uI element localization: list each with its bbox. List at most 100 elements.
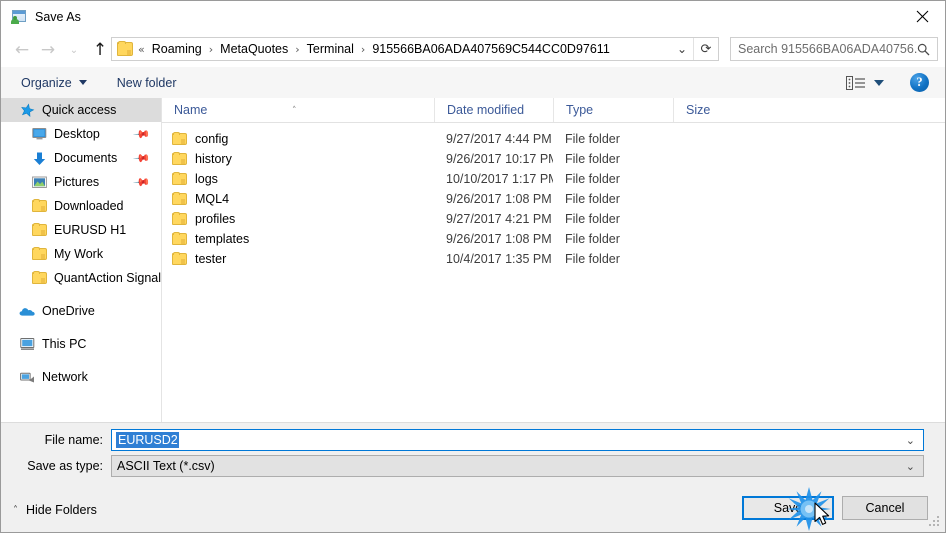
file-name-cell: history [162,152,434,166]
forward-arrow-glyph: → [40,39,56,60]
address-bar[interactable]: « Roaming › MetaQuotes › Terminal › 9155… [111,37,719,61]
folder-icon [172,132,187,146]
sidebar-item-this-pc[interactable]: This PC [1,332,161,356]
file-name-label: history [195,152,232,166]
sidebar-item-quantaction-signal[interactable]: QuantAction Signal [1,266,161,290]
search-placeholder: Search 915566BA06ADA40756... [738,42,917,56]
breadcrumb-separator[interactable]: › [290,43,304,56]
breadcrumb-separator[interactable]: › [204,43,218,56]
table-row[interactable]: logs 10/10/2017 1:17 PM File folder [162,169,945,189]
sidebar-item-label: Quick access [42,103,117,117]
sort-ascending-icon: ˄ [292,106,297,116]
file-name-cell: logs [162,172,434,186]
file-name-input[interactable]: EURUSD2 ⌄ [111,429,924,451]
hide-folders-label: Hide Folders [26,503,97,517]
save-as-type-select[interactable]: ASCII Text (*.csv) ⌄ [111,455,924,477]
file-name-cell: tester [162,252,434,266]
file-date-cell: 9/26/2017 1:08 PM [446,192,552,206]
sidebar-item-pictures[interactable]: Pictures 📌 [1,170,161,194]
save-as-type-row: Save as type: ASCII Text (*.csv) ⌄ [1,455,924,477]
view-chevron-down-icon[interactable] [874,79,884,86]
hide-folders-button[interactable]: ˄ Hide Folders [13,503,97,517]
organize-label: Organize [21,75,72,90]
table-row[interactable]: MQL4 9/26/2017 1:08 PM File folder [162,189,945,209]
file-list: Name ˄ Date modified Type Size config 9/… [162,98,945,422]
breadcrumb-item-guid[interactable]: 915566BA06ADA407569C544CC0D97611 [370,42,611,56]
sidebar-item-label: Pictures [54,175,100,189]
column-header-type[interactable]: Type [553,98,673,122]
file-type-cell: File folder [565,132,620,146]
sidebar-item-label: This PC [42,337,87,351]
pin-icon[interactable]: 📌 [133,125,152,143]
sidebar-item-desktop[interactable]: Desktop 📌 [1,122,161,146]
address-chevron-down-icon[interactable]: ⌄ [671,38,693,60]
sidebar-item-onedrive[interactable]: OneDrive [1,299,161,323]
folder-icon [31,270,47,286]
column-header-size[interactable]: Size [673,98,753,122]
sidebar-item-my-work[interactable]: My Work [1,242,161,266]
up-level-icon[interactable]: ↑ [87,37,113,63]
table-row[interactable]: templates 9/26/2017 1:08 PM File folder [162,229,945,249]
folder-icon [172,172,187,186]
breadcrumb-separator[interactable]: › [356,43,370,56]
file-name-row: File name: EURUSD2 ⌄ [1,429,924,451]
breadcrumb-item-metaquotes[interactable]: MetaQuotes [218,42,290,56]
table-row[interactable]: history 9/26/2017 10:17 PM File folder [162,149,945,169]
column-header-date-label: Date modified [447,103,525,117]
column-header-name[interactable]: Name ˄ [162,98,434,122]
save-button[interactable]: Save [742,496,834,520]
file-type-cell: File folder [565,152,620,166]
pin-icon[interactable]: 📌 [133,149,152,167]
address-chevron-glyph: ⌄ [676,42,688,56]
table-row[interactable]: tester 10/4/2017 1:35 PM File folder [162,249,945,269]
help-button[interactable]: ? [910,73,929,92]
pc-icon [19,336,35,352]
sidebar-item-label: EURUSD H1 [54,223,127,237]
resize-grip[interactable] [929,516,942,529]
title-bar: Save As [1,1,945,33]
file-name-cell: templates [162,232,434,246]
sidebar-item-quick-access[interactable]: Quick access [1,98,161,122]
sidebar-item-downloaded[interactable]: Downloaded [1,194,161,218]
recent-locations-chevron-down-icon[interactable]: ⌄ [61,37,87,63]
file-name-label: templates [195,232,250,246]
sidebar-item-eurusd-h1[interactable]: EURUSD H1 [1,218,161,242]
file-name-label: tester [195,252,227,266]
cancel-button[interactable]: Cancel [842,496,928,520]
sidebar-item-network[interactable]: Network [1,365,161,389]
column-header-date-modified[interactable]: Date modified [434,98,553,122]
back-icon[interactable]: ← [9,37,35,63]
pin-icon[interactable]: 📌 [133,173,152,191]
folder-icon [117,41,133,56]
file-name-label: File name: [44,433,103,447]
close-icon[interactable] [899,1,945,32]
file-name-cell: config [162,132,434,146]
column-header-size-label: Size [686,103,711,117]
chevron-down-icon[interactable]: ⌄ [906,434,915,447]
forward-icon[interactable]: → [35,37,61,63]
new-folder-button[interactable]: New folder [111,73,183,93]
search-input[interactable]: Search 915566BA06ADA40756... [730,37,938,61]
folder-icon [31,246,47,262]
sidebar-item-documents[interactable]: Documents 📌 [1,146,161,170]
network-icon [19,369,35,385]
breadcrumb-item-roaming[interactable]: Roaming [150,42,204,56]
folder-icon [172,212,187,226]
table-row[interactable]: profiles 9/27/2017 4:21 PM File folder [162,209,945,229]
folder-icon [31,198,47,214]
folder-icon [172,252,187,266]
refresh-glyph: ⟳ [700,41,712,57]
file-type-cell: File folder [565,212,620,226]
table-row[interactable]: config 9/27/2017 4:44 PM File folder [162,129,945,149]
breadcrumb-item-terminal[interactable]: Terminal [305,42,356,56]
chevron-down-icon[interactable]: ⌄ [906,460,915,473]
list-view-icon[interactable] [846,75,866,91]
breadcrumb-overflow[interactable]: « [136,43,150,56]
search-icon [917,43,930,56]
back-arrow-glyph: ← [14,39,30,60]
organize-button[interactable]: Organize [15,73,93,93]
file-name-label: config [195,132,229,146]
refresh-icon[interactable]: ⟳ [693,38,718,60]
